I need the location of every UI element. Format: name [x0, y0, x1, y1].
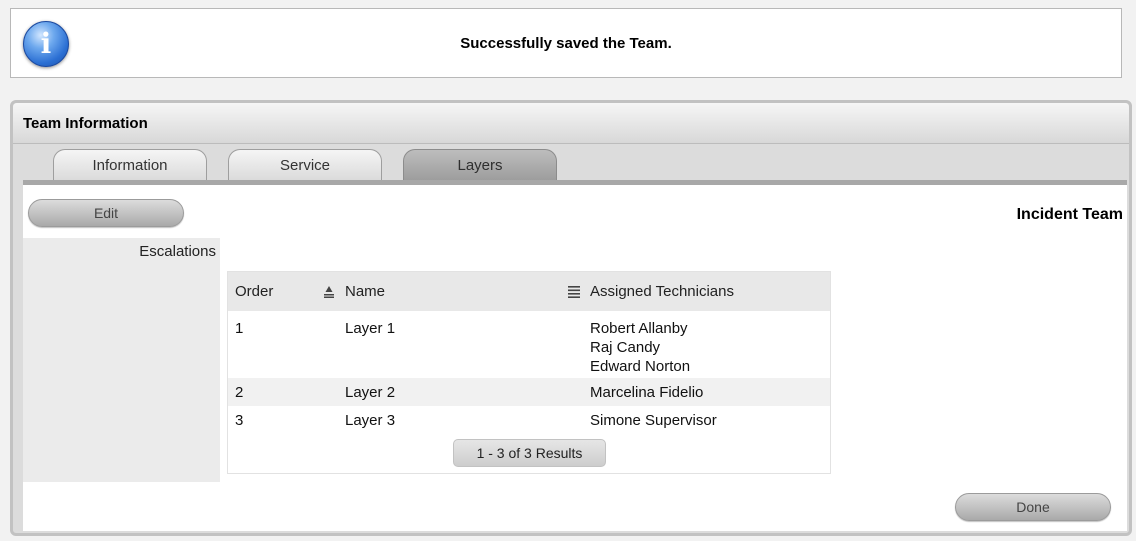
done-button[interactable]: Done [955, 493, 1111, 521]
technician-name: Robert Allanby [590, 320, 688, 337]
column-header-assigned-technicians[interactable]: Assigned Technicians [590, 283, 734, 300]
escalations-label: Escalations [139, 243, 216, 260]
cell-technicians: Robert Allanby Raj Candy Edward Norton [590, 319, 690, 376]
escalations-table: Order Name Assigned Technicians 1 Layer [227, 271, 831, 474]
success-message: Successfully saved the Team. [460, 35, 672, 52]
results-count: 1 - 3 of 3 Results [453, 439, 606, 467]
table-row[interactable]: 3 Layer 3 Simone Supervisor [228, 406, 830, 434]
technician-name: Edward Norton [590, 358, 691, 375]
column-header-order[interactable]: Order [235, 283, 273, 300]
tab-content: Edit Incident Team Escalations Order Nam… [23, 185, 1127, 531]
technician-name: Simone Supervisor [590, 412, 717, 429]
cell-order: 1 [235, 320, 244, 337]
cell-order: 3 [235, 412, 244, 429]
cell-name[interactable]: Layer 3 [345, 411, 395, 430]
table-row[interactable]: 2 Layer 2 Marcelina Fidelio [228, 378, 830, 406]
technician-name: Raj Candy [590, 339, 661, 356]
tab-information[interactable]: Information [53, 149, 207, 181]
edit-button[interactable]: Edit [28, 199, 184, 227]
cell-order: 2 [235, 384, 244, 401]
cell-name[interactable]: Layer 2 [345, 383, 395, 402]
cell-name[interactable]: Layer 1 [345, 319, 395, 338]
panel-header: Team Information [13, 103, 1129, 144]
technician-name: Marcelina Fidelio [590, 384, 704, 401]
sort-neutral-icon[interactable] [567, 284, 581, 298]
message-box: i Successfully saved the Team. [10, 8, 1122, 78]
team-name: Incident Team [1016, 206, 1123, 223]
tab-service[interactable]: Service [228, 149, 382, 181]
team-information-panel: Team Information Information Service Lay… [10, 100, 1132, 536]
table-header: Order Name Assigned Technicians [228, 272, 830, 311]
tab-layers[interactable]: Layers [403, 149, 557, 181]
table-row[interactable]: 1 Layer 1 Robert Allanby Raj Candy Edwar… [228, 311, 830, 378]
sort-ascending-icon[interactable] [322, 284, 336, 298]
section-label-column: Escalations [23, 238, 220, 482]
panel-title: Team Information [23, 115, 148, 132]
column-header-name[interactable]: Name [345, 283, 385, 300]
